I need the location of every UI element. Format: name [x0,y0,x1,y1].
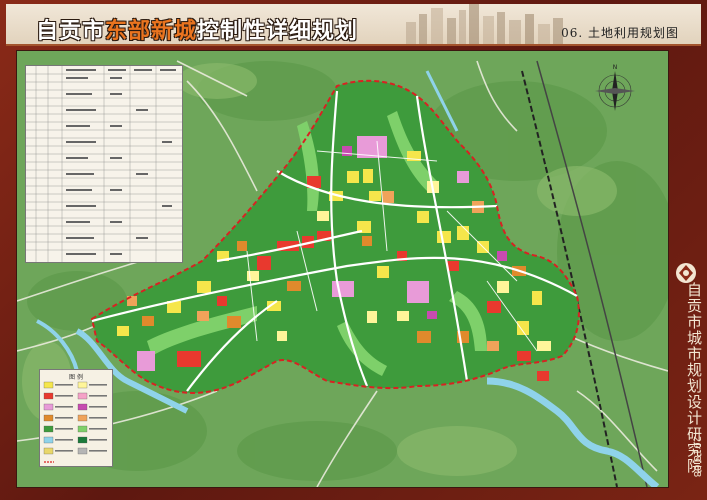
legend-swatch [77,436,88,444]
institute-logo-icon [676,263,696,283]
header-banner: 自贡市东部新城控制性详细规划 06. 土地利用规划图 [6,4,701,46]
legend-swatch [43,414,54,422]
map-subtitle: 06. 土地利用规划图 [561,26,679,40]
map-legend: 图 例 [39,369,113,467]
land-use-map: N 图 例 [16,50,669,488]
skyline-graphic [406,4,563,44]
svg-text:N: N [613,64,618,71]
legend-swatches [43,381,107,463]
legend-swatch [77,381,88,389]
title-part-city: 自贡市 [36,19,106,44]
legend-swatch [43,403,54,411]
legend-swatch [43,436,54,444]
legend-swatch [43,425,54,433]
legend-swatch [43,392,54,400]
legend-swatch [77,447,88,455]
title-part-plan: 控制性详细规划 [197,19,359,44]
legend-swatch [43,447,54,455]
legend-swatch [43,381,54,389]
land-use-table [25,65,183,263]
title-part-district: 东部新城 [105,19,198,44]
legend-swatch [77,414,88,422]
legend-swatch [77,392,88,400]
legend-swatch [77,425,88,433]
legend-swatch [77,403,88,411]
page-title: 自贡市东部新城控制性详细规划 [36,13,358,45]
plan-date: 2018.08 [691,436,702,478]
